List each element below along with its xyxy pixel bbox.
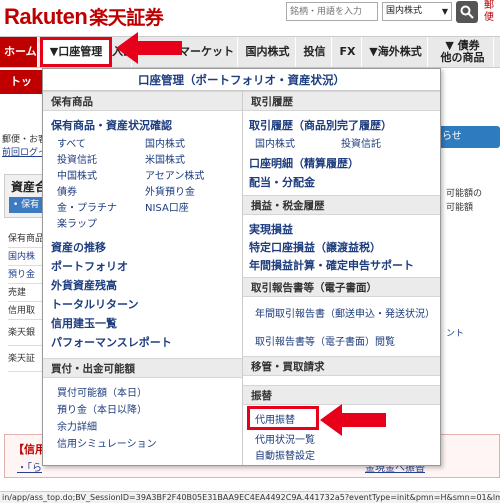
menu-link-performance-report[interactable]: パフォーマンスレポート <box>51 334 172 350</box>
menu-link-trade-history[interactable]: 取引履歴（商品別完了履歴） <box>249 117 392 133</box>
menu-link-foreign-deposit[interactable]: 外貨預り金 <box>145 183 195 198</box>
menu-link-rakuwrap[interactable]: 楽ラップ <box>57 215 97 230</box>
menu-link-annual-pl[interactable]: 年間損益計算・確定申告サポート <box>249 257 414 273</box>
market-select[interactable]: 国内株式 ▼ <box>382 2 452 21</box>
notice-link[interactable]: ・「ら <box>17 459 42 474</box>
menu-link-realized-pl[interactable]: 実現損益 <box>249 221 293 237</box>
mail-icon[interactable]: 郵便 <box>484 0 500 26</box>
menu-link-auto-transfer[interactable]: 自動振替設定 <box>255 447 315 462</box>
menu-link-deposit-balance[interactable]: 預り金（本日以降） <box>57 401 147 416</box>
menu-link-all[interactable]: すべて <box>57 135 86 150</box>
corner-text: 郵便 <box>484 0 494 23</box>
section-header-profit-tax: 損益・税金履歴 <box>243 195 440 215</box>
nav-account-management[interactable]: ▼口座管理 <box>40 37 112 67</box>
menu-title[interactable]: 口座管理（ポートフォリオ・資産状況） <box>43 69 440 91</box>
menu-link-collateral-status[interactable]: 代用状況一覧 <box>255 431 315 446</box>
menu-link-margin-positions[interactable]: 信用建玉一覧 <box>51 315 117 331</box>
logo-text: Rakuten <box>4 4 88 29</box>
menu-link-annual-report[interactable]: 年間取引報告書（郵送申込・発送状況） <box>255 305 435 320</box>
table-row: 売建 <box>8 284 46 302</box>
table-row: 楽天証 <box>8 346 46 372</box>
menu-link-china-stock[interactable]: 中国株式 <box>57 167 97 182</box>
last-login-link[interactable]: 前回ログイン <box>2 145 46 158</box>
section-header-trade-history: 取引履歴 <box>243 91 440 111</box>
menu-link-history-domestic[interactable]: 国内株式 <box>255 135 295 150</box>
menu-link-holdings-status[interactable]: 保有商品・資産状況確認 <box>51 117 172 133</box>
global-nav: ホーム ▼口座管理 入出 マーケット 国内株式 投信 FX ▼海外株式 ▼ 債券… <box>0 36 500 68</box>
nav-home[interactable]: ホーム <box>0 37 38 67</box>
site-header: Rakuten楽天証券 国内株式 ▼ 郵便 <box>0 0 500 32</box>
menu-link-dividends[interactable]: 配当・分配金 <box>249 174 315 190</box>
right-side-link[interactable]: ント <box>446 326 500 339</box>
menu-link-bond[interactable]: 債券 <box>57 183 77 198</box>
menu-link-report-view[interactable]: 取引報告書等（電子書面）閲覧 <box>255 333 395 348</box>
nav-fx[interactable]: FX <box>334 37 362 67</box>
logo-jp-text: 楽天証券 <box>89 7 164 29</box>
section-header-buying-power: 買付・出金可能額 <box>43 358 242 378</box>
menu-link-margin-simulation[interactable]: 信用シミュレーション <box>57 435 157 450</box>
nav-investment-trust[interactable]: 投信 <box>298 37 332 67</box>
menu-link-specific-account-pl[interactable]: 特定口座損益（譲渡益税） <box>249 239 381 255</box>
menu-link-us-stock[interactable]: 米国株式 <box>145 151 185 166</box>
menu-link-history-trust[interactable]: 投資信託 <box>341 135 381 150</box>
table-row: 保有商品 <box>8 230 46 248</box>
menu-link-capacity-detail[interactable]: 余力詳細 <box>57 418 97 433</box>
red-arrow-left-icon <box>320 404 386 436</box>
menu-link-total-return[interactable]: トータルリターン <box>51 296 138 312</box>
search-button[interactable] <box>456 1 478 23</box>
chevron-down-icon: ▼ <box>441 7 448 16</box>
holdings-table: 保有商品 国内株 預り金 売建 信用取 楽天銀 楽天証 <box>8 230 46 372</box>
menu-link-foreign-assets[interactable]: 外貨資産残高 <box>51 277 117 293</box>
nav-domestic-stock[interactable]: 国内株式 <box>240 37 296 67</box>
highlight-box <box>247 406 319 430</box>
table-row: 楽天銀 <box>8 320 46 346</box>
menu-link-investment-trust[interactable]: 投資信託 <box>57 151 97 166</box>
menu-link-nisa[interactable]: NISA口座 <box>145 199 189 214</box>
section-header-transfer-request[interactable]: 移管・買取請求 <box>243 356 440 376</box>
nav-foreign-stock[interactable]: ▼海外株式 <box>364 37 428 67</box>
market-select-value: 国内株式 <box>386 6 423 16</box>
nav-bond-line2: 他の商品 <box>440 51 485 64</box>
right-side-text: 可能額の <box>446 189 483 199</box>
notice-button[interactable]: らせ <box>436 126 500 148</box>
browser-status-bar: in/app/ass_top.do;BV_SessionID=39A3BF2F4… <box>0 491 500 503</box>
table-row[interactable]: 国内株 <box>8 248 46 266</box>
search-icon <box>460 5 474 19</box>
nav-market[interactable]: マーケット <box>176 37 238 67</box>
tab-top[interactable]: トップ <box>0 70 42 112</box>
search-input[interactable] <box>286 2 378 21</box>
table-row: 信用取 <box>8 302 46 320</box>
menu-link-account-statement[interactable]: 口座明細（精算履歴） <box>249 155 359 171</box>
section-header-holdings: 保有商品 <box>43 91 242 111</box>
menu-link-asset-history[interactable]: 資産の推移 <box>51 239 106 255</box>
table-row[interactable]: 預り金 <box>8 266 46 284</box>
section-header-trade-reports: 取引報告書等（電子書面） <box>243 277 440 297</box>
menu-link-portfolio[interactable]: ポートフォリオ <box>51 258 128 274</box>
menu-link-gold-platinum[interactable]: 金・プラチナ <box>57 199 117 214</box>
welcome-text: 郵便・お客様 <box>2 135 46 145</box>
rakuten-logo[interactable]: Rakuten 楽天証券 <box>4 3 164 30</box>
menu-link-domestic-stock[interactable]: 国内株式 <box>145 135 185 150</box>
menu-link-buying-power[interactable]: 買付可能額（本日） <box>57 384 147 399</box>
nav-bond-other[interactable]: ▼ 債券 他の商品 <box>432 37 494 67</box>
red-arrow-left-icon <box>116 32 182 64</box>
right-side-text: 可能額 <box>446 203 474 213</box>
menu-link-asean-stock[interactable]: アセアン株式 <box>145 167 204 182</box>
